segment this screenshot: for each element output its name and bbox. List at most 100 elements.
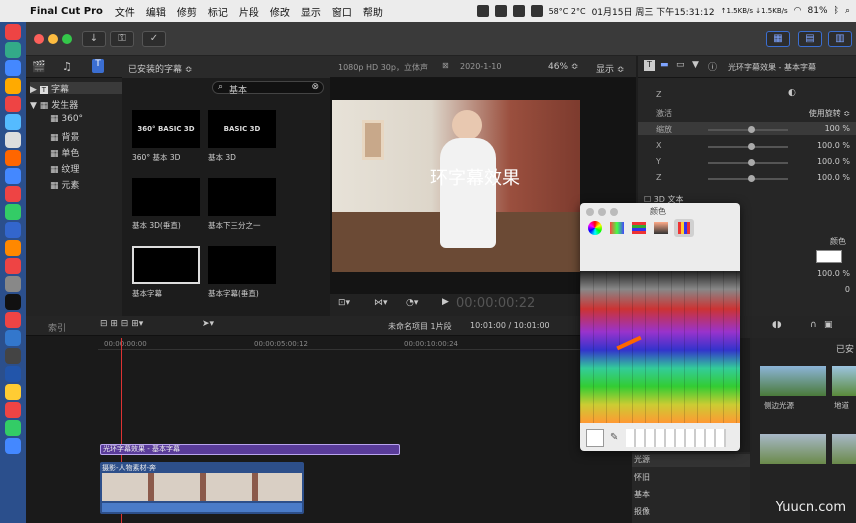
cloud-icon[interactable] bbox=[494, 5, 507, 17]
title-thumbnail[interactable] bbox=[132, 178, 200, 216]
sidebar-item-backgrounds[interactable]: ▦ 背景 bbox=[50, 130, 79, 143]
dock-app-icon[interactable] bbox=[5, 24, 21, 40]
title-thumbnail[interactable] bbox=[208, 178, 276, 216]
bluetooth-icon[interactable]: ᛒ bbox=[834, 6, 839, 16]
wifi-icon[interactable]: ◠ bbox=[794, 6, 802, 16]
menu-window[interactable]: 窗口 bbox=[332, 4, 352, 19]
timeline-layout-icon[interactable]: ▤ bbox=[798, 31, 822, 47]
select-tool-icon[interactable]: ➤▾ bbox=[202, 319, 214, 329]
title-thumbnail[interactable] bbox=[208, 246, 276, 284]
dock-app-icon[interactable] bbox=[5, 78, 21, 94]
effect-thumbnail[interactable] bbox=[760, 434, 826, 464]
sidebar-item-titles[interactable]: ▶ T 字幕 bbox=[30, 82, 122, 95]
inspector-layout-icon[interactable]: ▥ bbox=[828, 31, 852, 47]
trim-icon[interactable]: ⋈▾ bbox=[374, 298, 388, 308]
dock-app-icon[interactable] bbox=[5, 42, 21, 58]
swatch-well-row[interactable] bbox=[626, 429, 726, 447]
menu-file[interactable]: 文件 bbox=[115, 4, 135, 19]
dock-app-icon[interactable] bbox=[5, 132, 21, 148]
opacity-value[interactable]: 100.0 % bbox=[817, 269, 850, 278]
music-icon[interactable] bbox=[530, 5, 543, 17]
menu-help[interactable]: 帮助 bbox=[363, 4, 383, 19]
dock-app-icon[interactable] bbox=[5, 150, 21, 166]
headphones-icon[interactable]: ∩ bbox=[810, 320, 817, 330]
palettes-icon[interactable] bbox=[632, 222, 646, 234]
image-palettes-icon[interactable] bbox=[654, 222, 668, 234]
x-slider[interactable] bbox=[708, 143, 788, 150]
eyedropper-icon[interactable]: ✎ bbox=[610, 432, 618, 443]
zoom-button[interactable] bbox=[610, 208, 618, 216]
clock[interactable]: 01月15日 周三 下午15:31:12 bbox=[592, 5, 715, 18]
param-value[interactable]: 100.0 % bbox=[817, 141, 850, 150]
dial-icon[interactable]: ◐ bbox=[788, 88, 796, 98]
sidebar-item-solids[interactable]: ▦ 单色 bbox=[50, 146, 79, 159]
titles-generators-icon[interactable]: T bbox=[92, 59, 104, 73]
current-color-swatch[interactable] bbox=[586, 429, 604, 447]
clip-appearance-icon[interactable]: ⊟ ⊞ ⊟ ⊞▾ bbox=[100, 319, 143, 329]
effect-thumbnail[interactable] bbox=[832, 366, 856, 396]
z-slider[interactable] bbox=[708, 175, 788, 182]
dock-app-icon[interactable] bbox=[5, 402, 21, 418]
param-value[interactable]: 100 % bbox=[825, 124, 850, 133]
search-icon[interactable]: ⌕ bbox=[845, 6, 850, 16]
y-slider[interactable] bbox=[708, 159, 788, 166]
index-button[interactable]: 索引 bbox=[48, 321, 66, 334]
dock-app-icon[interactable] bbox=[5, 96, 21, 112]
color-wheel-icon[interactable] bbox=[588, 221, 602, 235]
dock-app-icon[interactable] bbox=[5, 348, 21, 364]
menu-trim[interactable]: 修剪 bbox=[177, 4, 197, 19]
text-inspector-icon[interactable]: T bbox=[644, 60, 655, 71]
effect-thumbnail[interactable] bbox=[832, 434, 856, 464]
scale-slider[interactable] bbox=[708, 126, 788, 133]
dock-app-icon[interactable] bbox=[5, 294, 21, 310]
minimize-button[interactable] bbox=[48, 34, 58, 44]
filter-icon[interactable]: ▼ bbox=[692, 60, 699, 70]
qq-icon[interactable] bbox=[476, 5, 489, 17]
dock-app-icon[interactable] bbox=[5, 168, 21, 184]
dock-app-icon[interactable] bbox=[5, 222, 21, 238]
zoom-select[interactable]: 46% ≎ bbox=[548, 62, 578, 72]
video-inspector-icon[interactable]: ▭ bbox=[676, 60, 685, 70]
timeline-ruler[interactable]: 00:00:00:00 00:00:05:00:12 00:00:10:00:2… bbox=[98, 338, 638, 350]
speed-icon[interactable]: ◔▾ bbox=[406, 298, 418, 308]
audio-icon[interactable]: ◖◗ bbox=[772, 320, 781, 330]
color-select[interactable]: 颜色 bbox=[830, 236, 846, 247]
video-frame[interactable]: 环字幕效果 bbox=[332, 100, 580, 272]
clapper-icon[interactable]: 🎬 bbox=[32, 60, 46, 73]
battery[interactable]: 81% bbox=[808, 6, 828, 16]
search-field[interactable]: ⌕ 基本 ⊗ bbox=[212, 81, 324, 96]
rotation-select[interactable]: 使用旋转 ≎ bbox=[809, 108, 850, 119]
dock-app-icon[interactable] bbox=[5, 366, 21, 382]
effect-thumbnail[interactable] bbox=[760, 366, 826, 396]
title-overlay-text[interactable]: 环字幕效果 bbox=[430, 164, 520, 190]
minimize-button[interactable] bbox=[598, 208, 606, 216]
play-icon[interactable]: ▶ bbox=[442, 297, 449, 307]
dock-app-icon[interactable] bbox=[5, 312, 21, 328]
menu-mark[interactable]: 标记 bbox=[208, 4, 228, 19]
dock-app-icon[interactable] bbox=[5, 240, 21, 256]
dock-app-icon[interactable] bbox=[5, 438, 21, 454]
menu-clip[interactable]: 片段 bbox=[239, 4, 259, 19]
title-thumbnail-selected[interactable] bbox=[132, 246, 200, 284]
dock-app-icon[interactable] bbox=[5, 114, 21, 130]
info-icon[interactable]: ⓘ bbox=[708, 60, 717, 73]
sliders-icon[interactable] bbox=[610, 222, 624, 234]
title-inspector-icon[interactable]: ▬ bbox=[660, 60, 669, 70]
dock-app-icon[interactable] bbox=[5, 420, 21, 436]
import-icon[interactable]: ↓ bbox=[82, 31, 106, 47]
check-icon[interactable]: ✓ bbox=[142, 31, 166, 47]
dock-app-icon[interactable] bbox=[5, 384, 21, 400]
effect-category[interactable]: 怀旧 bbox=[634, 472, 650, 483]
app-menu[interactable]: Final Cut Pro bbox=[30, 6, 103, 17]
key-icon[interactable]: ⚿ bbox=[110, 31, 134, 47]
menu-view[interactable]: 显示 bbox=[301, 4, 321, 19]
param-value[interactable]: 100.0 % bbox=[817, 173, 850, 182]
view-select[interactable]: 显示 ≎ bbox=[596, 62, 624, 75]
color-well[interactable] bbox=[816, 250, 842, 263]
menu-modify[interactable]: 修改 bbox=[270, 4, 290, 19]
effect-category[interactable]: 基本 bbox=[634, 489, 650, 500]
browser-layout-icon[interactable]: ▦ bbox=[766, 31, 790, 47]
dock-app-icon[interactable] bbox=[5, 330, 21, 346]
transform-icon[interactable]: ⊡▾ bbox=[338, 298, 350, 308]
sidebar-item-elements[interactable]: ▦ 元素 bbox=[50, 178, 79, 191]
